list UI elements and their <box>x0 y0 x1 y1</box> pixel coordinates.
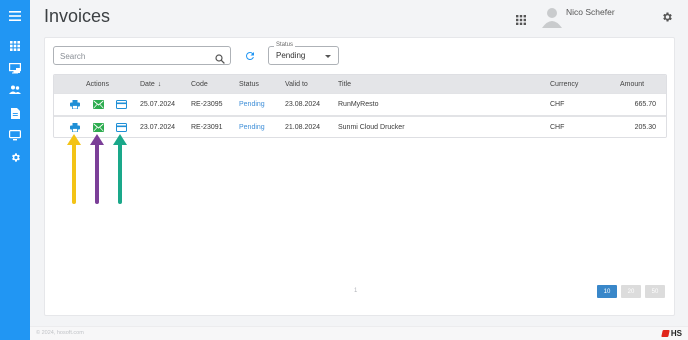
column-header-title[interactable]: Title <box>338 75 351 93</box>
column-header-code[interactable]: Code <box>191 75 208 93</box>
card-icon[interactable] <box>116 123 127 132</box>
document-icon[interactable] <box>7 105 23 121</box>
card-icon[interactable] <box>116 100 127 109</box>
page-title: Invoices <box>44 6 111 26</box>
cell-valid-to: 23.08.2024 <box>285 101 321 108</box>
email-icon[interactable] <box>93 123 104 132</box>
column-header-date[interactable]: Date ↓ <box>140 75 161 93</box>
refresh-icon[interactable] <box>244 49 256 61</box>
avatar[interactable] <box>542 6 562 28</box>
arrow-yellow <box>67 134 81 204</box>
cell-title: Sunmi Cloud Drucker <box>338 123 405 131</box>
annotation-arrows <box>67 134 127 204</box>
cell-code: RE-23095 <box>191 101 223 108</box>
column-header-date-label: Date <box>140 80 155 88</box>
user-name[interactable]: Nico Schefer <box>566 7 615 17</box>
settings-gear-icon[interactable] <box>661 10 673 22</box>
page-size-50[interactable]: 50 <box>645 285 665 298</box>
sidebar <box>0 0 30 340</box>
print-icon[interactable] <box>70 123 80 133</box>
column-header-status[interactable]: Status <box>239 75 259 93</box>
invoices-table: Actions Date ↓ Code Status Valid to Titl… <box>53 74 667 138</box>
grid-icon[interactable] <box>7 38 23 54</box>
cell-date: 25.07.2024 <box>140 101 176 108</box>
brand-mark-icon <box>661 330 670 337</box>
display-icon[interactable] <box>7 127 23 143</box>
print-icon[interactable] <box>70 100 80 110</box>
column-header-actions: Actions <box>86 80 109 88</box>
status-select[interactable]: Status Pending <box>268 42 339 65</box>
page-size-10[interactable]: 10 <box>597 285 617 298</box>
arrow-purple <box>90 134 104 204</box>
app-window: Invoices Nico Schefer Status Pending <box>0 0 688 340</box>
table-row[interactable]: 23.07.2024 RE-23091 Pending 21.08.2024 S… <box>54 115 666 137</box>
cell-title: RunMyResto <box>338 101 379 108</box>
cell-valid-to: 21.08.2024 <box>285 123 321 131</box>
page-size-20[interactable]: 20 <box>621 285 641 298</box>
arrow-teal <box>113 134 127 204</box>
cell-status[interactable]: Pending <box>239 117 265 137</box>
cell-date: 23.07.2024 <box>140 123 176 131</box>
cell-amount: 665.70 <box>634 101 656 108</box>
search-field[interactable] <box>53 46 231 65</box>
brand-text: HS <box>670 329 682 338</box>
cell-amount: 205.30 <box>634 123 656 131</box>
page-number[interactable]: 1 <box>354 288 357 294</box>
search-icon[interactable] <box>215 51 225 64</box>
menu-icon[interactable] <box>7 8 23 24</box>
brand-logo: HS <box>661 329 682 338</box>
column-header-amount[interactable]: Amount <box>620 75 644 93</box>
status-select-label: Status <box>274 42 296 48</box>
email-icon[interactable] <box>93 100 104 109</box>
status-select-value: Pending <box>276 51 306 60</box>
users-icon[interactable] <box>7 82 23 98</box>
cell-currency: CHF <box>550 101 565 108</box>
copyright-text: © 2024, hosoft.com <box>36 330 84 336</box>
cell-currency: CHF <box>550 123 565 131</box>
cell-status[interactable]: Pending <box>239 94 265 115</box>
column-header-currency[interactable]: Currency <box>550 75 578 93</box>
cell-code: RE-23091 <box>191 123 223 131</box>
column-header-valid-to[interactable]: Valid to <box>285 75 308 93</box>
monitor-icon[interactable] <box>7 60 23 76</box>
search-input[interactable] <box>60 50 210 62</box>
table-header-row: Actions Date ↓ Code Status Valid to Titl… <box>54 75 666 93</box>
chevron-down-icon <box>325 55 331 58</box>
apps-grid-icon[interactable] <box>516 12 526 25</box>
sort-down-icon: ↓ <box>157 80 162 88</box>
footer: © 2024, hosoft.com HS <box>30 326 688 340</box>
gear-icon[interactable] <box>7 149 23 165</box>
header: Invoices Nico Schefer <box>30 0 688 36</box>
table-row[interactable]: 25.07.2024 RE-23095 Pending 23.08.2024 R… <box>54 93 666 115</box>
